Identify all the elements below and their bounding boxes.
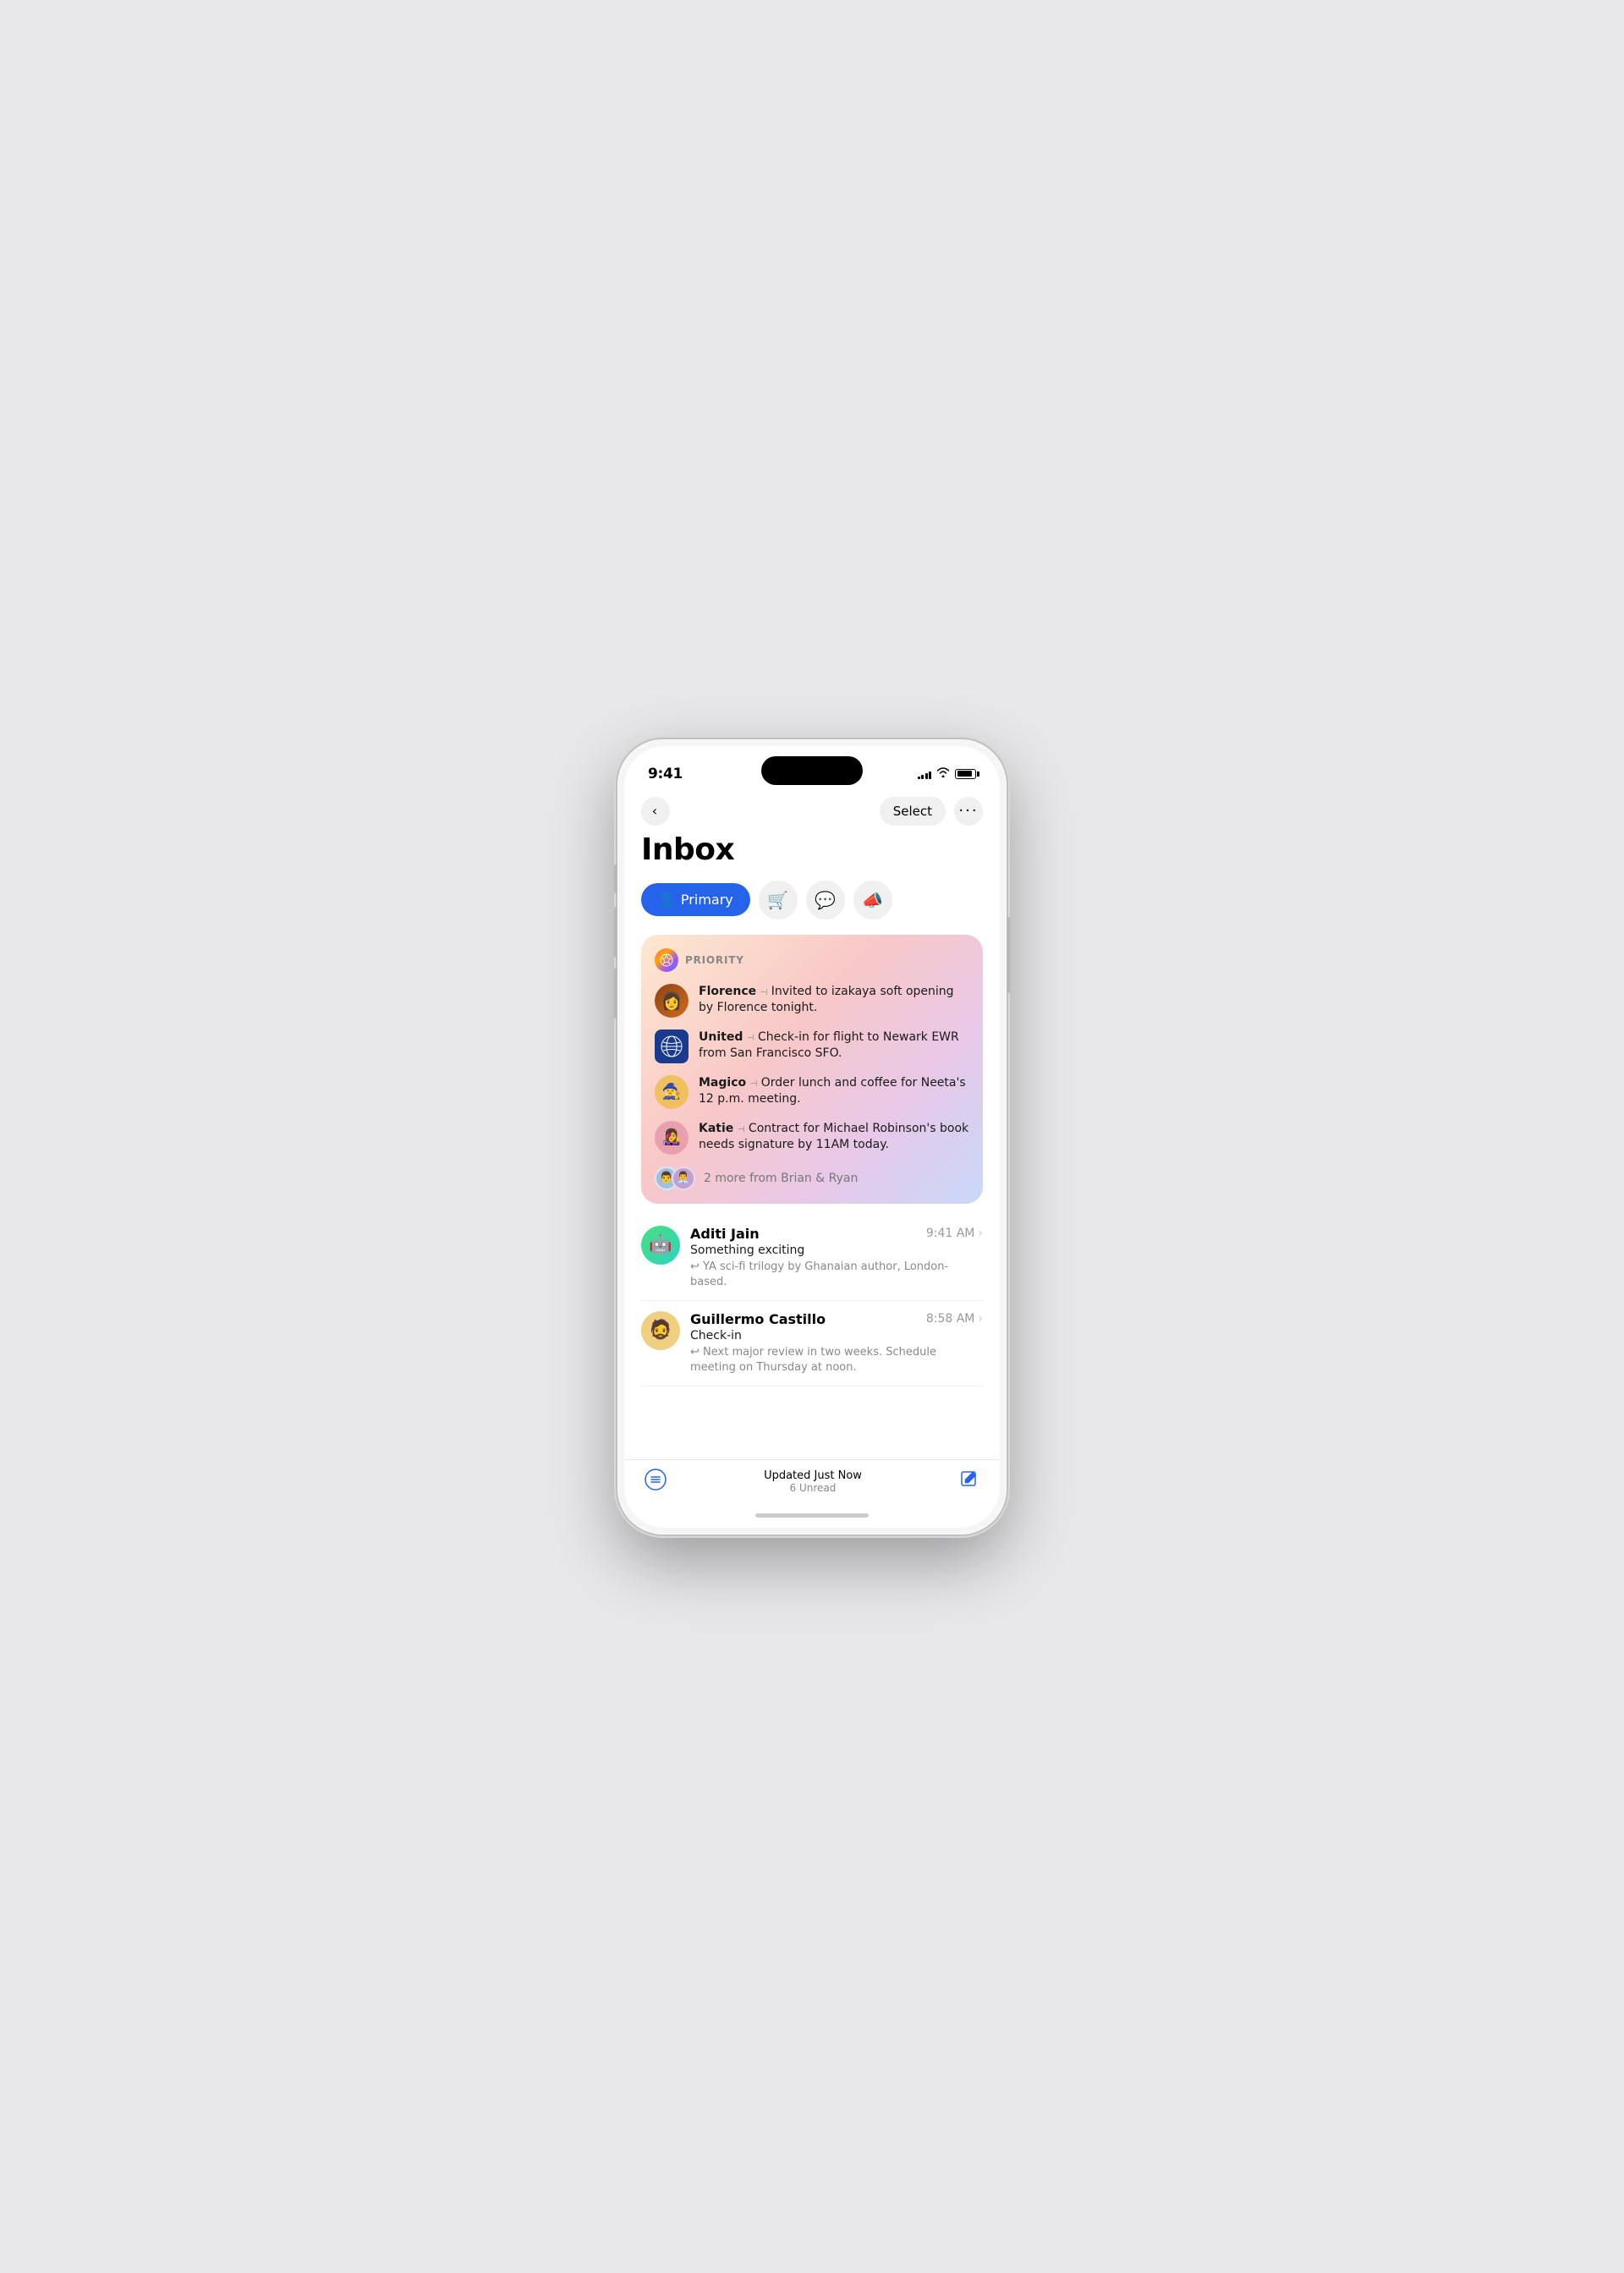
avatar-united xyxy=(655,1029,689,1063)
priority-more-text: 2 more from Brian & Ryan xyxy=(704,1172,858,1185)
avatar-ryan: 👨‍💼 xyxy=(672,1167,695,1190)
priority-header: PRIORITY xyxy=(655,948,969,972)
list-filter-button[interactable] xyxy=(645,1469,667,1496)
priority-item-magico[interactable]: 🧙 Magico ⊣ Order lunch and coffee for Ne… xyxy=(655,1075,969,1109)
bottom-bar: Updated Just Now 6 Unread xyxy=(624,1459,1000,1504)
wifi-icon xyxy=(936,767,950,781)
priority-item-katie[interactable]: 👩‍🎤 Katie ⊣ Contract for Michael Robinso… xyxy=(655,1121,969,1155)
email-preview-aditi: ↩ YA sci-fi trilogy by Ghanaian author, … xyxy=(690,1260,983,1290)
priority-item-text-magico: Magico ⊣ Order lunch and coffee for Neet… xyxy=(699,1075,969,1108)
email-preview-guillermo: ↩ Next major review in two weeks. Schedu… xyxy=(690,1345,983,1375)
page-title: Inbox xyxy=(641,832,983,867)
email-subject-guillermo: Check-in xyxy=(690,1329,983,1342)
email-header-guillermo: Guillermo Castillo 8:58 AM › xyxy=(690,1311,983,1327)
priority-item-text-florence: Florence ⊣ Invited to izakaya soft openi… xyxy=(699,984,969,1017)
chevron-right-icon-2: › xyxy=(978,1312,983,1326)
phone-mockup: 9:41 xyxy=(617,739,1007,1535)
avatar-aditi: 🤖 xyxy=(641,1226,680,1265)
siri-icon-2: ⊣ xyxy=(747,1034,754,1043)
email-header-aditi: Aditi Jain 9:41 AM › xyxy=(690,1226,983,1242)
avatar-katie: 👩‍🎤 xyxy=(655,1121,689,1155)
email-time-guillermo: 8:58 AM xyxy=(926,1312,975,1326)
siri-icon: ⊣ xyxy=(760,988,768,997)
status-icons xyxy=(918,767,977,781)
home-indicator xyxy=(624,1504,1000,1528)
avatar-group: 👨 👨‍💼 xyxy=(655,1167,695,1190)
volume-down-button xyxy=(614,968,617,1018)
email-sender-guillermo: Guillermo Castillo xyxy=(690,1311,826,1327)
avatar-florence: 👩 xyxy=(655,984,689,1018)
status-time: 9:41 xyxy=(648,766,683,782)
ellipsis-icon: ··· xyxy=(958,804,978,819)
siri-icon-4: ⊣ xyxy=(738,1125,745,1134)
email-item-guillermo[interactable]: 🧔 Guillermo Castillo 8:58 AM › Check-in … xyxy=(641,1301,983,1386)
priority-item-united[interactable]: United ⊣ Check-in for flight to Newark E… xyxy=(655,1029,969,1063)
back-button[interactable]: ‹ xyxy=(641,797,670,826)
siri-icon-3: ⊣ xyxy=(750,1079,758,1089)
battery-fill xyxy=(957,771,972,777)
tab-primary[interactable]: 👤 Primary xyxy=(641,883,750,916)
tab-primary-label: Primary xyxy=(681,892,733,908)
priority-item-florence[interactable]: 👩 Florence ⊣ Invited to izakaya soft ope… xyxy=(655,984,969,1018)
compose-button[interactable] xyxy=(959,1469,979,1494)
dynamic-island xyxy=(761,756,863,785)
priority-item-text-united: United ⊣ Check-in for flight to Newark E… xyxy=(699,1029,969,1062)
phone-screen: 9:41 xyxy=(624,746,1000,1528)
avatar-guillermo: 🧔 xyxy=(641,1311,680,1350)
shopping-cart-icon: 🛒 xyxy=(767,890,788,910)
tab-messages[interactable]: 💬 xyxy=(806,881,845,920)
battery-icon xyxy=(955,769,976,779)
more-button[interactable]: ··· xyxy=(954,797,983,826)
chevron-left-icon: ‹ xyxy=(652,803,657,819)
avatar-magico: 🧙 xyxy=(655,1075,689,1109)
select-button[interactable]: Select xyxy=(880,797,946,826)
person-icon: 👤 xyxy=(658,892,675,908)
email-item-aditi[interactable]: 🤖 Aditi Jain 9:41 AM › Something excitin… xyxy=(641,1216,983,1301)
home-bar xyxy=(755,1513,869,1518)
bottom-bar-center: Updated Just Now 6 Unread xyxy=(764,1469,862,1494)
email-content-guillermo: Guillermo Castillo 8:58 AM › Check-in ↩ … xyxy=(690,1311,983,1375)
unread-count: 6 Unread xyxy=(764,1482,862,1494)
email-content-aditi: Aditi Jain 9:41 AM › Something exciting … xyxy=(690,1226,983,1290)
volume-up-button xyxy=(614,907,617,958)
email-meta-aditi: 9:41 AM › xyxy=(926,1227,983,1240)
email-sender-aditi: Aditi Jain xyxy=(690,1226,760,1242)
inbox-content: Inbox 👤 Primary 🛒 💬 📣 xyxy=(624,832,1000,1459)
email-list: 🤖 Aditi Jain 9:41 AM › Something excitin… xyxy=(641,1216,983,1387)
priority-item-text-katie: Katie ⊣ Contract for Michael Robinson's … xyxy=(699,1121,969,1154)
priority-logo-icon xyxy=(655,948,678,972)
priority-card: PRIORITY 👩 Florence ⊣ Invited to izakaya… xyxy=(641,935,983,1204)
chevron-right-icon: › xyxy=(978,1227,983,1240)
priority-label: PRIORITY xyxy=(685,954,744,966)
megaphone-icon: 📣 xyxy=(862,890,883,910)
filter-tabs: 👤 Primary 🛒 💬 📣 xyxy=(641,881,983,920)
email-time-aditi: 9:41 AM xyxy=(926,1227,975,1240)
updated-text: Updated Just Now xyxy=(764,1469,862,1482)
power-button xyxy=(1007,917,1010,993)
email-subject-aditi: Something exciting xyxy=(690,1244,983,1257)
mute-button xyxy=(614,865,617,893)
tab-promotions[interactable]: 📣 xyxy=(853,881,892,920)
tab-shopping[interactable]: 🛒 xyxy=(759,881,798,920)
signal-icon xyxy=(918,769,932,779)
message-icon: 💬 xyxy=(815,890,836,910)
email-meta-guillermo: 8:58 AM › xyxy=(926,1312,983,1326)
priority-more[interactable]: 👨 👨‍💼 2 more from Brian & Ryan xyxy=(655,1167,969,1190)
nav-bar: ‹ Select ··· xyxy=(624,790,1000,832)
nav-right-actions: Select ··· xyxy=(880,797,983,826)
